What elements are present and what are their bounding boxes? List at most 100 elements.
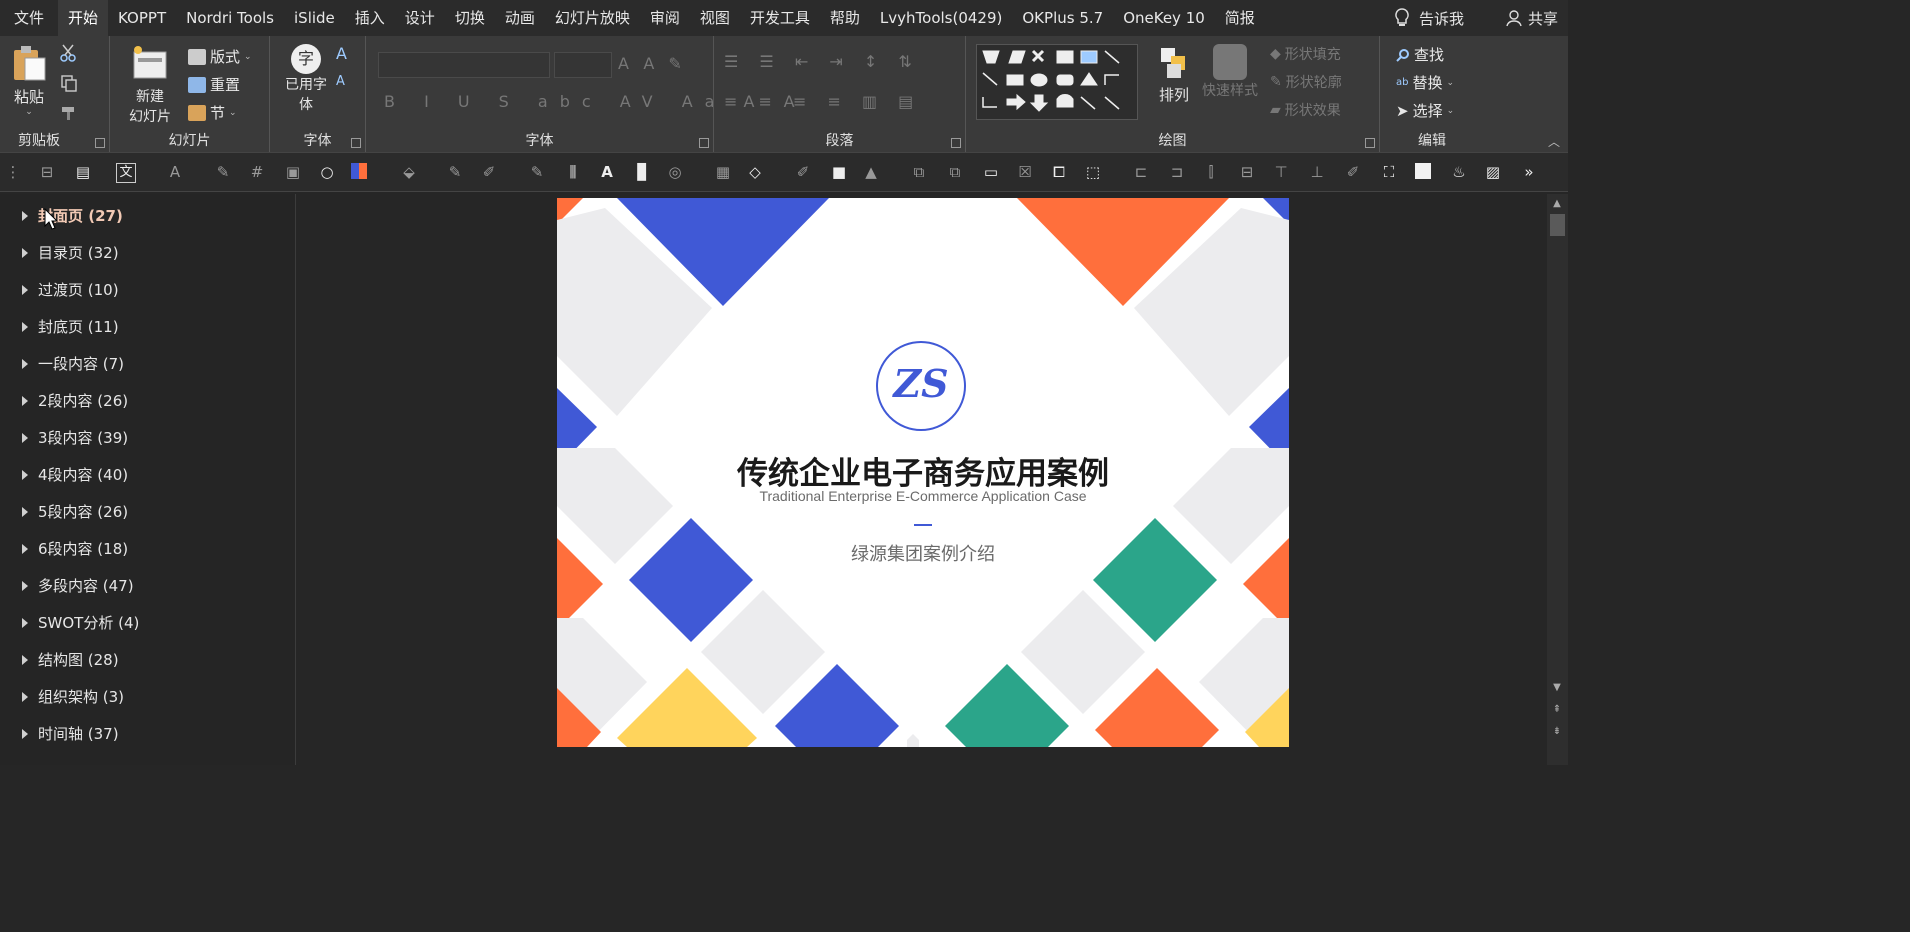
shape-fill-button[interactable]: ◆ 形状填充 <box>1270 44 1341 64</box>
font-size-box[interactable] <box>554 52 612 78</box>
expand-triangle-icon[interactable] <box>22 580 28 591</box>
tab-islide[interactable]: iSlide <box>284 0 345 36</box>
arrange-button[interactable]: 排列 <box>1154 44 1194 105</box>
sidebar-item-toc[interactable]: 目录页 (32) <box>22 242 119 263</box>
expand-triangle-icon[interactable] <box>22 247 28 258</box>
columns-icon[interactable]: ⫼ <box>564 163 582 181</box>
copy-icon[interactable] <box>60 74 78 92</box>
quick-styles-button[interactable]: 快速样式 <box>1200 44 1260 100</box>
sidebar-item-back-cover[interactable]: 封底页 (11) <box>22 316 119 337</box>
tab-home[interactable]: 开始 <box>58 0 109 36</box>
sidebar-item-swot[interactable]: SWOT分析 (4) <box>22 612 139 633</box>
brush-2-icon[interactable]: ✐ <box>1344 163 1362 181</box>
align-middle-icon[interactable]: ⊟ <box>1238 163 1256 181</box>
distribute-icon[interactable]: ⊟ <box>38 163 56 181</box>
replace-button[interactable]: ab 替换 ⌄ <box>1396 72 1454 93</box>
expand-triangle-icon[interactable] <box>22 321 28 332</box>
table-icon[interactable]: ▦ <box>714 163 732 181</box>
eyedropper-icon[interactable]: ✎ <box>214 163 232 181</box>
expand-triangle-icon[interactable] <box>22 284 28 295</box>
expand-triangle-icon[interactable] <box>22 432 28 443</box>
expand-triangle-icon[interactable] <box>22 506 28 517</box>
circle-icon[interactable]: ○ <box>318 163 336 181</box>
tab-nordri-tools[interactable]: Nordri Tools <box>176 0 284 36</box>
shape-effects-button[interactable]: ▰ 形状效果 <box>1270 100 1341 120</box>
shape-outline-button[interactable]: ✎ 形状轮廓 <box>1270 72 1342 92</box>
shrink-font-icon[interactable]: A <box>336 74 345 89</box>
sidebar-item-1-section[interactable]: 一段内容 (7) <box>22 353 124 374</box>
used-fonts-button[interactable]: 字 已用字 体 <box>280 44 332 114</box>
caption-icon[interactable]: ▭ <box>982 163 1000 181</box>
picture-icon[interactable]: ▨ <box>1484 163 1502 181</box>
used-fonts-launcher[interactable] <box>351 138 361 148</box>
font-color-icon[interactable]: A <box>166 163 184 181</box>
expand-triangle-icon[interactable] <box>22 210 28 221</box>
fill-icon[interactable]: ⬙ <box>400 163 418 181</box>
pen-icon[interactable]: ✐ <box>480 163 498 181</box>
crop-icon[interactable]: # <box>248 163 266 181</box>
vertical-text-icon[interactable]: 文 <box>116 163 136 183</box>
expand-triangle-icon[interactable] <box>22 654 28 665</box>
sidebar-item-6-section[interactable]: 6段内容 (18) <box>22 538 128 559</box>
slide-preview[interactable]: ZS 传统企业电子商务应用案例 Traditional Enterprise E… <box>557 198 1289 747</box>
tab-animations[interactable]: 动画 <box>495 0 545 36</box>
menu-file[interactable]: 文件 <box>0 0 58 36</box>
vertical-scrollbar[interactable]: ▲ ▼ ⇞ ⇟ <box>1547 194 1568 765</box>
expand-triangle-icon[interactable] <box>22 691 28 702</box>
sidebar-item-cover[interactable]: 封面页 (27) <box>22 205 123 226</box>
tab-slideshow[interactable]: 幻灯片放映 <box>545 0 640 36</box>
select-button[interactable]: ➤ 选择 ⌄ <box>1396 100 1454 121</box>
sidebar-item-transition[interactable]: 过渡页 (10) <box>22 279 119 300</box>
font-launcher[interactable] <box>699 138 709 148</box>
tab-review[interactable]: 审阅 <box>640 0 690 36</box>
sidebar-item-timeline[interactable]: 时间轴 (37) <box>22 723 119 744</box>
share-button[interactable]: 共享 <box>1506 8 1558 29</box>
eyedropper-2-icon[interactable]: ✎ <box>446 163 464 181</box>
scroll-down-icon[interactable]: ▼ <box>1549 680 1565 696</box>
tab-transitions[interactable]: 切换 <box>445 0 495 36</box>
sidebar-item-5-section[interactable]: 5段内容 (26) <box>22 501 128 522</box>
expand-triangle-icon[interactable] <box>22 395 28 406</box>
tab-brief[interactable]: 简报 <box>1215 0 1265 36</box>
scroll-up-icon[interactable]: ▲ <box>1549 196 1565 212</box>
scroll-thumb[interactable] <box>1550 214 1565 236</box>
color-block-icon[interactable] <box>350 163 368 181</box>
shapes-merge-icon[interactable]: ◎ <box>666 163 684 181</box>
font-name-box[interactable] <box>378 52 550 78</box>
format-painter-icon[interactable] <box>60 104 78 122</box>
grow-font-icon[interactable]: A <box>336 44 347 63</box>
tab-okplus[interactable]: OKPlus 5.7 <box>1012 0 1113 36</box>
tab-lvyhtools[interactable]: LvyhTools(0429) <box>870 0 1012 36</box>
eyedropper-3-icon[interactable]: ✎ <box>528 163 546 181</box>
chart-icon[interactable]: ▊ <box>634 163 652 181</box>
clipboard-launcher[interactable] <box>95 138 105 148</box>
white-square-icon[interactable] <box>1414 163 1432 181</box>
prev-slide-icon[interactable]: ⇞ <box>1549 702 1565 718</box>
replace-image-icon[interactable]: ⧠ <box>1050 163 1068 181</box>
paste-button[interactable]: 粘贴 ⌄ <box>8 44 50 117</box>
sidebar-item-structure[interactable]: 结构图 (28) <box>22 649 119 670</box>
fit-icon[interactable]: ⛶ <box>1380 163 1398 181</box>
tab-onekey[interactable]: OneKey 10 <box>1113 0 1215 36</box>
sidebar-item-3-section[interactable]: 3段内容 (39) <box>22 427 128 448</box>
align-right-icon[interactable]: ⊐ <box>1168 163 1186 181</box>
text-style-icon[interactable]: A <box>598 163 616 181</box>
reset-button[interactable]: 重置 <box>188 74 240 95</box>
new-slide-button[interactable]: 新建 幻灯片 <box>120 44 180 126</box>
tab-developer[interactable]: 开发工具 <box>740 0 820 36</box>
tab-help[interactable]: 帮助 <box>820 0 870 36</box>
textbox-icon[interactable]: ▤ <box>74 163 92 181</box>
section-button[interactable]: 节 ⌄ <box>188 102 237 123</box>
collapse-ribbon-icon[interactable]: ︿ <box>1548 133 1560 150</box>
tab-koppt[interactable]: KOPPT <box>108 0 176 36</box>
next-slide-icon[interactable]: ⇟ <box>1549 724 1565 740</box>
mountain-icon[interactable]: ▲ <box>862 163 880 181</box>
brush-icon[interactable]: ✐ <box>794 163 812 181</box>
align-top-icon[interactable]: ⊤ <box>1272 163 1290 181</box>
delete-box-icon[interactable]: ☒ <box>1016 163 1034 181</box>
shape-edit-icon[interactable]: ◇ <box>746 163 764 181</box>
shadow-icon[interactable]: ■ <box>830 163 848 181</box>
shape-gallery[interactable] <box>976 44 1138 120</box>
drawing-launcher[interactable] <box>1365 138 1375 148</box>
tell-me-button[interactable]: 告诉我 <box>1395 8 1464 29</box>
